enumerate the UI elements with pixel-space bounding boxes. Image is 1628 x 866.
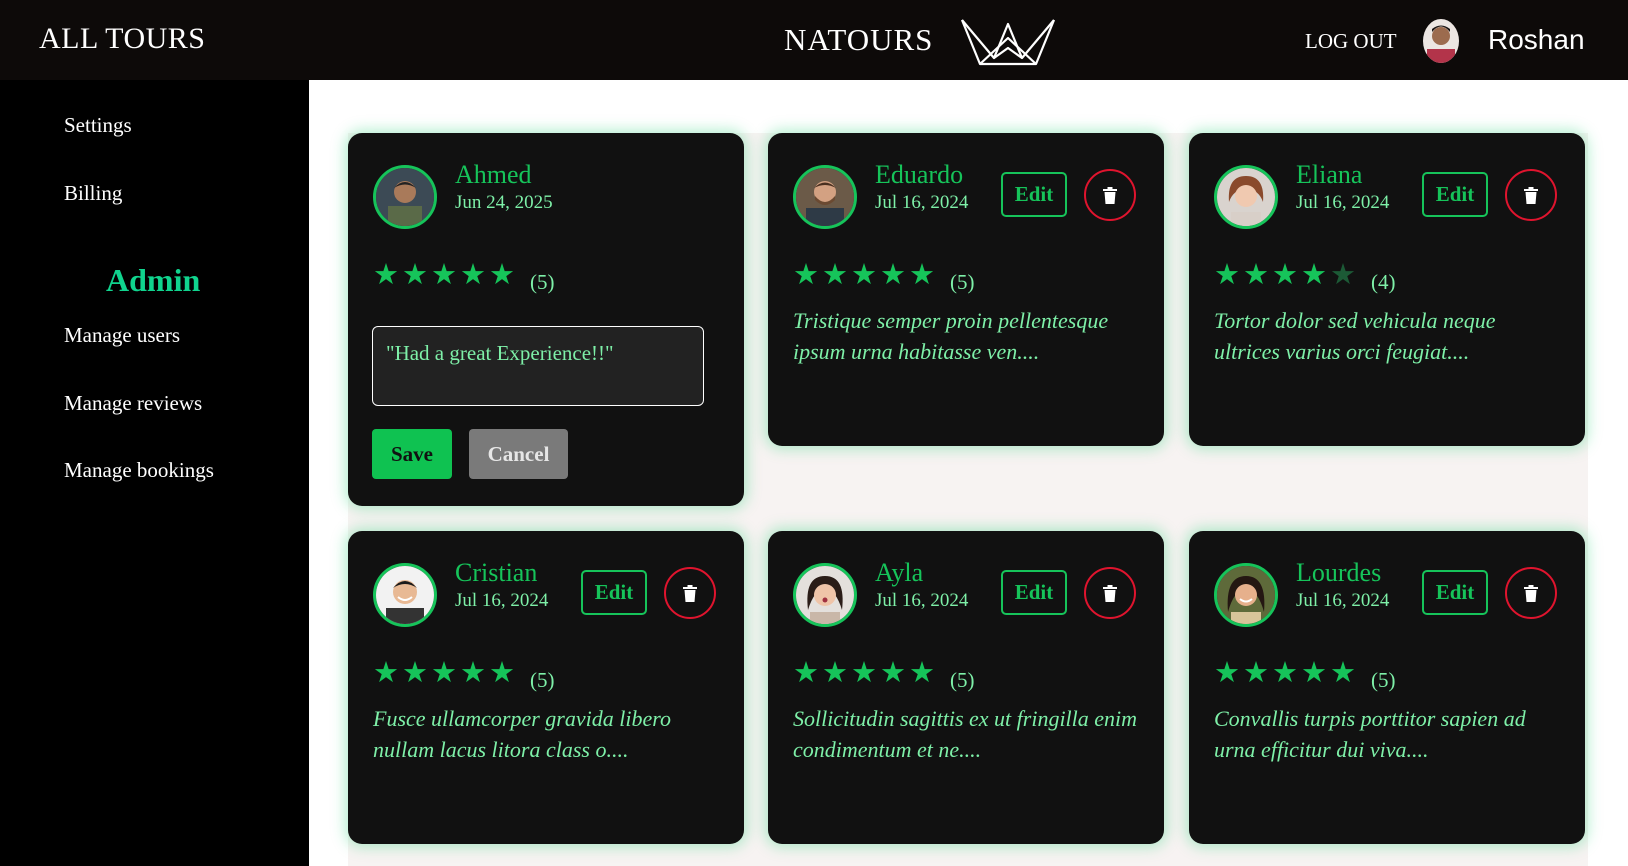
rating-count: (5) bbox=[530, 668, 555, 692]
sidebar-item-settings[interactable]: Settings bbox=[64, 113, 132, 138]
delete-button[interactable] bbox=[1084, 169, 1136, 221]
review-text: Convallis turpis porttitor sapien ad urn… bbox=[1214, 706, 1526, 762]
sidebar-item-manage-users[interactable]: Manage users bbox=[64, 323, 180, 348]
cancel-button[interactable]: Cancel bbox=[469, 429, 568, 479]
logout-button[interactable]: LOG OUT bbox=[1305, 29, 1397, 54]
review-date: Jul 16, 2024 bbox=[1296, 192, 1390, 213]
rating-count: (5) bbox=[950, 270, 975, 294]
sidebar-item-manage-bookings[interactable]: Manage bookings bbox=[64, 458, 214, 483]
edit-button[interactable]: Edit bbox=[1001, 172, 1067, 217]
delete-button[interactable] bbox=[1505, 169, 1557, 221]
edit-button[interactable]: Edit bbox=[1001, 570, 1067, 615]
user-avatar[interactable] bbox=[1423, 19, 1459, 63]
review-text: Sollicitudin sagittis ex ut fringilla en… bbox=[793, 706, 1138, 762]
reviewer-name: Eduardo bbox=[875, 160, 964, 189]
reviewer-name: Lourdes bbox=[1296, 558, 1382, 587]
trash-icon bbox=[1524, 584, 1538, 602]
nav-all-tours-link[interactable]: ALL TOURS bbox=[39, 22, 205, 56]
trash-icon bbox=[1103, 186, 1117, 204]
trash-icon bbox=[683, 584, 697, 602]
user-name[interactable]: Roshan bbox=[1488, 24, 1585, 56]
review-date: Jul 16, 2024 bbox=[875, 590, 969, 611]
rating-stars: ★★★★★ bbox=[793, 657, 938, 689]
review-date: Jul 16, 2024 bbox=[1296, 590, 1390, 611]
rating-count: (5) bbox=[950, 668, 975, 692]
rating-stars: ★★★★★ bbox=[373, 657, 518, 689]
review-card: Ayla Jul 16, 2024 Edit ★★★★★ (5) Sollici… bbox=[768, 531, 1164, 844]
reviewer-name: Eliana bbox=[1296, 160, 1363, 189]
crown-logo-icon bbox=[960, 19, 1056, 66]
rating-stars: ★★★★★ bbox=[373, 259, 518, 291]
reviewer-avatar bbox=[373, 563, 437, 627]
review-card: Ahmed Jun 24, 2025 ★★★★★ (5) "Had a grea… bbox=[348, 133, 744, 506]
review-date: Jun 24, 2025 bbox=[455, 192, 553, 213]
delete-button[interactable] bbox=[1505, 567, 1557, 619]
review-date: Jul 16, 2024 bbox=[455, 590, 549, 611]
review-edit-textarea[interactable]: "Had a great Experience!!" bbox=[372, 326, 704, 406]
rating-stars: ★★★★★ bbox=[793, 259, 938, 291]
reviewer-avatar bbox=[1214, 563, 1278, 627]
edit-button[interactable]: Edit bbox=[581, 570, 647, 615]
save-button[interactable]: Save bbox=[372, 429, 452, 479]
top-header: ALL TOURS NATOURS LOG OUT Roshan bbox=[0, 0, 1628, 80]
reviewer-name: Ayla bbox=[875, 558, 924, 587]
trash-icon bbox=[1524, 186, 1538, 204]
trash-icon bbox=[1103, 584, 1117, 602]
reviewer-avatar bbox=[373, 165, 437, 229]
reviewer-avatar bbox=[793, 165, 857, 229]
review-card: Cristian Jul 16, 2024 Edit ★★★★★ (5) Fus… bbox=[348, 531, 744, 844]
review-card: Eliana Jul 16, 2024 Edit ★★★★★ (4) Torto… bbox=[1189, 133, 1585, 446]
delete-button[interactable] bbox=[664, 567, 716, 619]
review-text: Tortor dolor sed vehicula neque ultrices… bbox=[1214, 308, 1496, 364]
sidebar: Settings Billing Admin Manage users Mana… bbox=[0, 80, 309, 866]
rating-count: (4) bbox=[1371, 270, 1396, 294]
edit-button[interactable]: Edit bbox=[1422, 570, 1488, 615]
reviewer-name: Ahmed bbox=[455, 160, 532, 189]
rating-count: (5) bbox=[1371, 668, 1396, 692]
delete-button[interactable] bbox=[1084, 567, 1136, 619]
sidebar-admin-heading: Admin bbox=[106, 262, 201, 298]
review-date: Jul 16, 2024 bbox=[875, 192, 969, 213]
reviewer-avatar bbox=[793, 563, 857, 627]
review-card: Lourdes Jul 16, 2024 Edit ★★★★★ (5) Conv… bbox=[1189, 531, 1585, 844]
reviewer-name: Cristian bbox=[455, 558, 538, 587]
review-text: Fusce ullamcorper gravida libero nullam … bbox=[373, 706, 671, 762]
sidebar-item-billing[interactable]: Billing bbox=[64, 181, 122, 206]
edit-button[interactable]: Edit bbox=[1422, 172, 1488, 217]
rating-stars: ★★★★★ bbox=[1214, 259, 1359, 291]
review-text: Tristique semper proin pellentesque ipsu… bbox=[793, 308, 1109, 364]
rating-stars: ★★★★★ bbox=[1214, 657, 1359, 689]
rating-count: (5) bbox=[530, 270, 555, 294]
brand-name: NATOURS bbox=[784, 22, 934, 57]
sidebar-item-manage-reviews[interactable]: Manage reviews bbox=[64, 391, 202, 416]
review-card: Eduardo Jul 16, 2024 Edit ★★★★★ (5) Tris… bbox=[768, 133, 1164, 446]
reviewer-avatar bbox=[1214, 165, 1278, 229]
